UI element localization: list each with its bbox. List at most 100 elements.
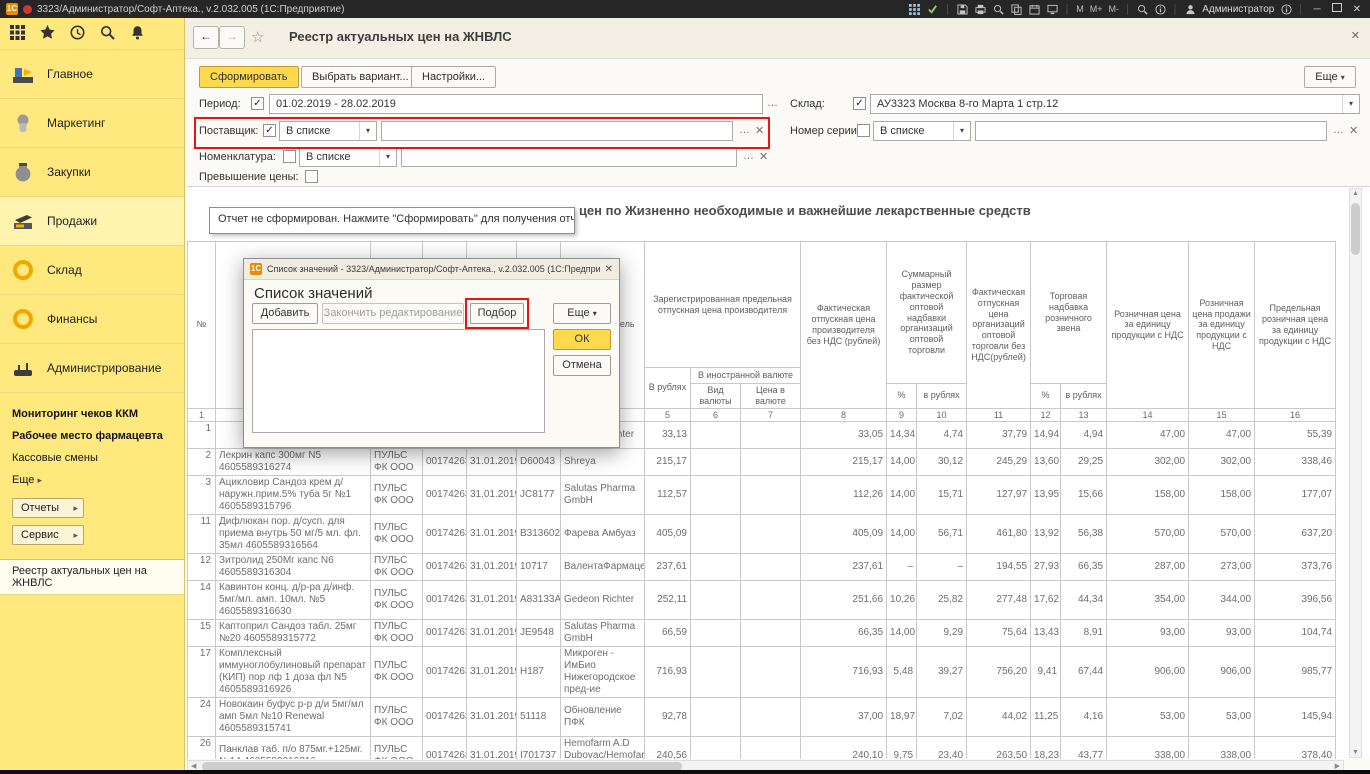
- warehouse-checkbox[interactable]: [853, 97, 866, 110]
- favorites-star-icon[interactable]: [40, 25, 55, 45]
- open-window-item[interactable]: Реестр актуальных цен на ЖНВЛС: [0, 560, 184, 595]
- table-cell: 12: [188, 554, 216, 581]
- table-cell: 33,13: [645, 422, 691, 449]
- series-select-button[interactable]: …: [1333, 124, 1344, 136]
- supplier-clear-button[interactable]: ✕: [755, 124, 764, 137]
- reports-panel-button[interactable]: Отчеты▸: [12, 498, 84, 518]
- table-cell: 31.01.2019: [467, 449, 517, 476]
- vertical-scrollbar[interactable]: ▲ ▼: [1349, 188, 1362, 758]
- table-cell: 56,38: [1061, 515, 1107, 554]
- info-icon[interactable]: [1155, 3, 1167, 15]
- table-cell: 53,00: [1107, 698, 1189, 737]
- series-mode-combo[interactable]: В списке▾: [873, 121, 971, 141]
- sidebar-link-kkm-monitoring[interactable]: Мониторинг чеков ККМ: [0, 403, 184, 425]
- ok-button[interactable]: ОК: [553, 329, 611, 350]
- sidebar-item-zakupki[interactable]: Закупки: [0, 148, 184, 197]
- add-button[interactable]: Добавить: [252, 303, 318, 324]
- sidebar-item-marketing[interactable]: Маркетинг: [0, 99, 184, 148]
- price-excess-checkbox[interactable]: [305, 170, 318, 183]
- table-cell: [691, 647, 741, 698]
- forward-button[interactable]: →: [219, 26, 245, 49]
- app-logo-icon: 1С: [6, 3, 18, 15]
- table-cell: 9,75: [887, 737, 917, 759]
- period-input[interactable]: 01.02.2019 - 28.02.2019: [269, 94, 763, 114]
- nomenclature-mode-combo[interactable]: В списке▾: [299, 147, 397, 167]
- panels-grid-icon[interactable]: [909, 3, 921, 15]
- restore-button[interactable]: [1330, 3, 1344, 15]
- notifications-bell-icon[interactable]: [130, 25, 145, 45]
- sidebar-item-finansy[interactable]: Финансы: [0, 295, 184, 344]
- search-icon[interactable]: [1137, 3, 1149, 15]
- about-icon[interactable]: [1280, 3, 1292, 15]
- current-user-label: Администратор: [1202, 4, 1274, 15]
- calendar-icon[interactable]: [1029, 3, 1041, 15]
- history-clock-icon[interactable]: [70, 25, 85, 45]
- nomenclature-value-input[interactable]: [401, 147, 737, 167]
- sidebar-link-cash-shifts[interactable]: Кассовые смены: [0, 447, 184, 469]
- nomenclature-select-button[interactable]: …: [743, 150, 754, 162]
- vertical-scroll-thumb[interactable]: [1351, 203, 1360, 255]
- save-icon[interactable]: [957, 3, 969, 15]
- scroll-up-arrow[interactable]: ▲: [1350, 190, 1361, 197]
- more-button[interactable]: Еще ▾: [1304, 66, 1356, 88]
- dialog-more-button[interactable]: Еще ▾: [553, 303, 611, 324]
- sidebar-item-administrirovanie[interactable]: Администрирование: [0, 344, 184, 393]
- generate-button[interactable]: Сформировать: [199, 66, 299, 88]
- tab-close-button[interactable]: ✕: [1351, 29, 1360, 42]
- series-clear-button[interactable]: ✕: [1349, 124, 1358, 137]
- table-cell: JE9548: [517, 620, 561, 647]
- supplier-mode-combo[interactable]: В списке▾: [279, 121, 377, 141]
- monitor-icon[interactable]: [1047, 3, 1059, 15]
- dialog-close-button[interactable]: ✕: [605, 264, 613, 275]
- column-number: 6: [691, 408, 741, 422]
- table-cell: 00174263: [423, 581, 467, 620]
- sidebar-item-glavnoe[interactable]: Главное: [0, 50, 184, 99]
- nomenclature-checkbox[interactable]: [283, 150, 296, 163]
- choose-variant-button[interactable]: Выбрать вариант...: [301, 66, 420, 88]
- pick-button[interactable]: Подбор: [470, 303, 524, 324]
- table-cell: [741, 449, 801, 476]
- table-cell: ПУЛЬС ФК ООО: [371, 515, 423, 554]
- copy-icon[interactable]: [1011, 3, 1023, 15]
- sidebar-item-prodazhi[interactable]: Продажи: [0, 197, 184, 246]
- column-header-currency-price: Цена в валюте: [741, 384, 801, 409]
- period-checkbox[interactable]: [251, 97, 264, 110]
- warehouse-input[interactable]: АУ3323 Москва 8-го Марта 1 стр.12▾: [870, 94, 1360, 114]
- sidebar-item-sklad[interactable]: Склад: [0, 246, 184, 295]
- series-value-input[interactable]: [975, 121, 1327, 141]
- table-cell: Ацикловир Сандоз крем д/наружн.прим.5% т…: [216, 476, 371, 515]
- memory-mplus-button[interactable]: M+: [1090, 4, 1103, 14]
- service-panel-button[interactable]: Сервис▸: [12, 525, 84, 545]
- value-list-box[interactable]: [252, 329, 545, 433]
- minimize-button[interactable]: ─: [1310, 4, 1324, 15]
- sidebar-item-label: Финансы: [47, 312, 97, 326]
- print-icon[interactable]: [975, 3, 987, 15]
- series-number-checkbox[interactable]: [857, 124, 870, 137]
- column-header-retail-price: Розничная цена за единицу продукции с НД…: [1107, 242, 1189, 409]
- memory-m-button[interactable]: M: [1076, 4, 1084, 14]
- supplier-value-input[interactable]: [381, 121, 733, 141]
- finish-editing-button[interactable]: Закончить редактирование: [322, 303, 464, 324]
- column-header-pct2: %: [1031, 384, 1061, 409]
- period-select-button[interactable]: …: [767, 97, 778, 109]
- sidebar-more-link[interactable]: Еще ▸: [0, 469, 184, 491]
- close-button[interactable]: ✕: [1350, 4, 1364, 15]
- settings-button[interactable]: Настройки...: [411, 66, 496, 88]
- print-preview-icon[interactable]: [993, 3, 1005, 15]
- memory-mminus-button[interactable]: M-: [1108, 4, 1119, 14]
- check-icon[interactable]: [927, 3, 939, 15]
- scroll-down-arrow[interactable]: ▼: [1350, 749, 1361, 756]
- cancel-button[interactable]: Отмена: [553, 355, 611, 376]
- nomenclature-clear-button[interactable]: ✕: [759, 150, 768, 163]
- table-cell: 252,11: [645, 581, 691, 620]
- search-icon[interactable]: [100, 25, 115, 45]
- chevron-down-icon[interactable]: ▾: [1342, 95, 1359, 113]
- back-button[interactable]: ←: [193, 26, 219, 49]
- supplier-checkbox[interactable]: [263, 124, 276, 137]
- chevron-down-icon: ▾: [1341, 73, 1345, 82]
- table-cell: 13,60: [1031, 449, 1061, 476]
- supplier-select-button[interactable]: …: [739, 124, 750, 136]
- favorite-star-icon[interactable]: ☆: [251, 28, 264, 46]
- menu-grid-icon[interactable]: [10, 25, 25, 45]
- sidebar-link-pharmacist-workplace[interactable]: Рабочее место фармацевта: [0, 425, 184, 447]
